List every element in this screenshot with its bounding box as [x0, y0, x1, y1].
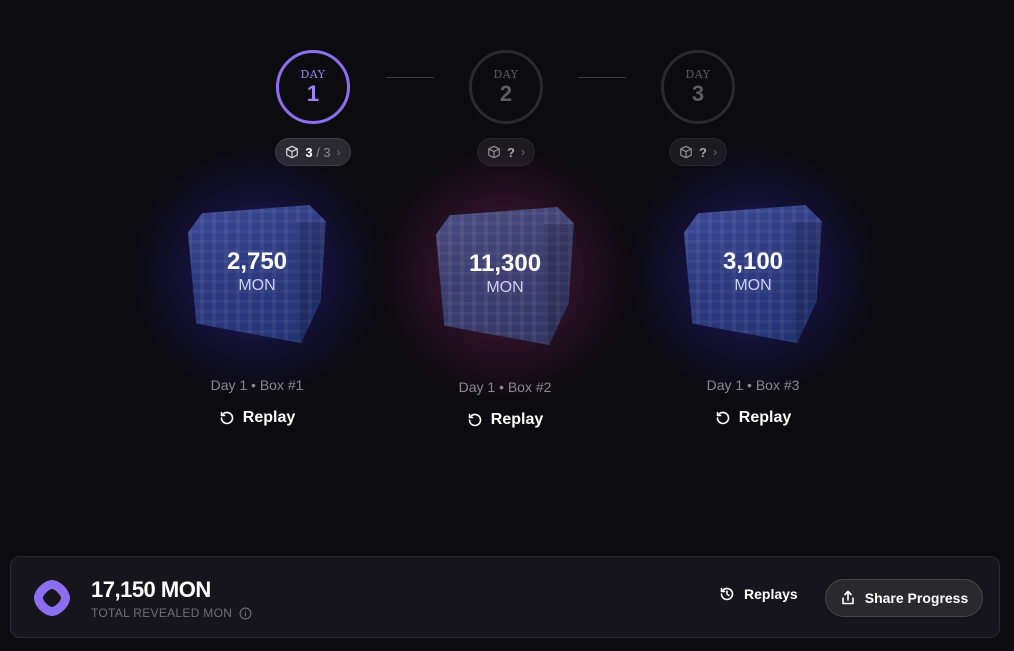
replay-button[interactable]: Replay: [219, 409, 295, 427]
replay-label: Replay: [242, 409, 296, 426]
box-count: 3: [305, 144, 313, 160]
box-total: / 3: [316, 144, 331, 160]
day-stepper: DAY 1 3 / 3 › DAY 2 ? › DAY 3 ? ›: [0, 50, 1014, 170]
box-label: Day 1 • Box #3: [706, 377, 800, 393]
replays-label: Replays: [744, 586, 798, 602]
total-revealed-value: 17,150 MON: [91, 577, 211, 602]
box-count: ?: [507, 144, 515, 160]
day-1-box-count-pill[interactable]: 3 / 3 ›: [275, 138, 351, 166]
day-word: DAY: [685, 68, 711, 81]
total-revealed-label: TOTAL REVEALED MON: [91, 606, 252, 620]
day-2-box-count-pill[interactable]: ? ›: [477, 138, 535, 166]
day-step-1: DAY 1 3 / 3 ›: [253, 50, 373, 166]
day-2-button[interactable]: DAY 2: [469, 50, 543, 124]
box-card-2: 11,300 MON Day 1 • Box #2 Replay: [375, 144, 635, 429]
box-count: ?: [699, 144, 707, 160]
total-label-text: TOTAL REVEALED MON: [91, 606, 233, 620]
box-unit: MON: [734, 277, 772, 294]
replays-button[interactable]: Replays: [719, 586, 798, 602]
share-icon: [841, 590, 854, 605]
replay-button[interactable]: Replay: [715, 409, 791, 427]
replay-label: Replay: [738, 409, 792, 426]
replay-icon: [220, 411, 234, 425]
box-unit: MON: [486, 279, 524, 296]
info-icon[interactable]: [239, 607, 252, 620]
day-number: 1: [306, 81, 320, 106]
box-unit: MON: [238, 277, 276, 294]
cube-icon: [680, 145, 692, 159]
mystery-box[interactable]: 2,750 MON: [127, 142, 387, 402]
stepper-connector: [578, 77, 626, 78]
replay-icon: [716, 411, 730, 425]
day-step-3: DAY 3 ? ›: [638, 50, 758, 166]
chevron-right-icon: ›: [520, 145, 525, 159]
box-label: Day 1 • Box #2: [458, 379, 552, 395]
day-word: DAY: [493, 68, 519, 81]
day-1-button[interactable]: DAY 1: [276, 50, 350, 124]
day-3-box-count-pill[interactable]: ? ›: [669, 138, 727, 166]
day-step-2: DAY 2 ? ›: [446, 50, 566, 166]
chevron-right-icon: ›: [712, 145, 717, 159]
replay-icon: [468, 413, 482, 427]
box-label: Day 1 • Box #1: [210, 377, 304, 393]
history-icon: [720, 587, 734, 601]
box-card-3: 3,100 MON Day 1 • Box #3 Replay: [623, 142, 883, 427]
chevron-right-icon: ›: [336, 145, 341, 159]
box-amount: 2,750: [226, 248, 288, 275]
day-word: DAY: [300, 68, 326, 81]
replay-label: Replay: [490, 411, 544, 428]
box-card-1: 2,750 MON Day 1 • Box #1 Replay: [127, 142, 387, 427]
day-number: 3: [691, 81, 705, 106]
day-3-button[interactable]: DAY 3: [661, 50, 735, 124]
mystery-box[interactable]: 11,300 MON: [375, 144, 635, 404]
stepper-connector: [386, 77, 434, 78]
box-amount: 11,300: [468, 250, 542, 277]
day-number: 2: [499, 81, 513, 106]
monad-logo-icon: [34, 580, 70, 616]
share-progress-button[interactable]: Share Progress: [825, 579, 983, 617]
cube-icon: [286, 145, 299, 159]
cube-icon: [488, 145, 500, 159]
mystery-box[interactable]: 3,100 MON: [623, 142, 883, 402]
share-label: Share Progress: [864, 590, 969, 606]
footer-panel: 17,150 MON TOTAL REVEALED MON Replays Sh…: [10, 556, 1000, 638]
replay-button[interactable]: Replay: [467, 411, 543, 429]
box-amount: 3,100: [722, 248, 784, 275]
